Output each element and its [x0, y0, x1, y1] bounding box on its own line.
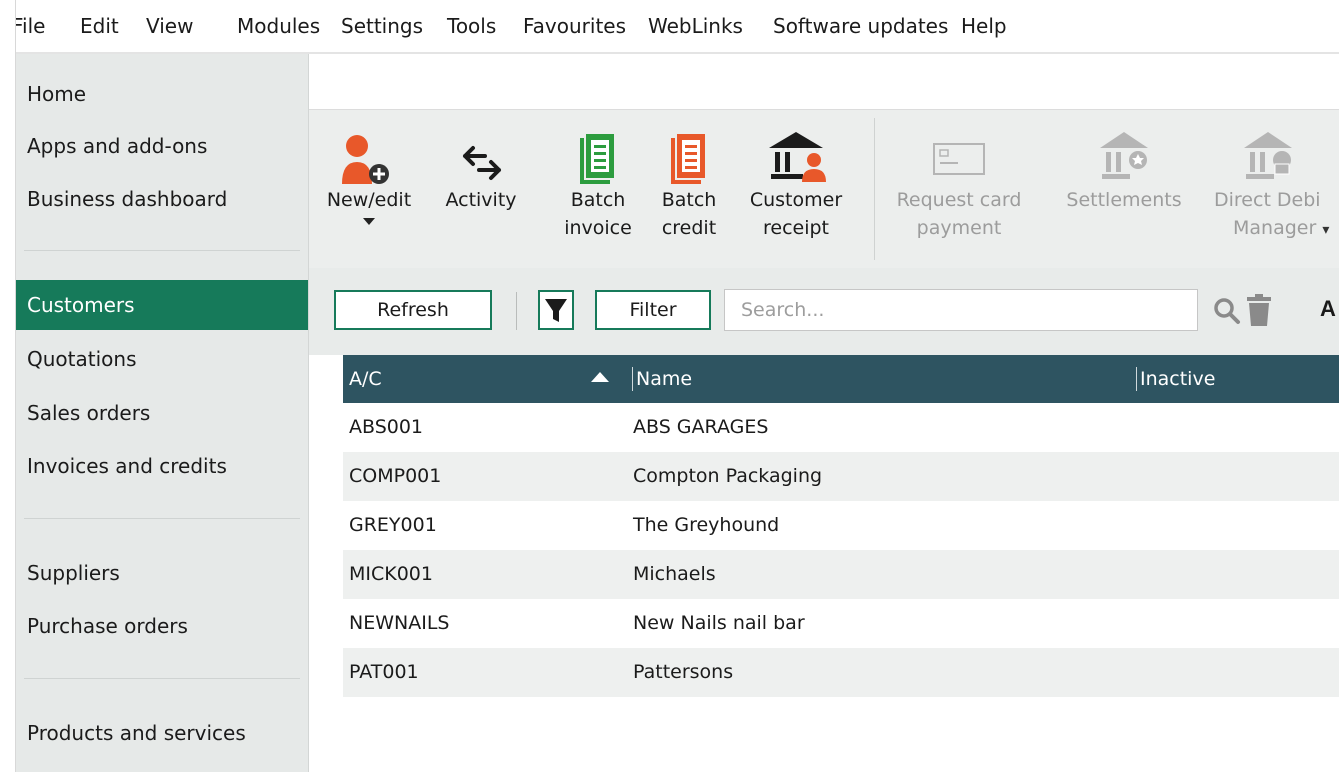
- cell-ac: COMP001: [349, 465, 442, 487]
- search-icon[interactable]: [1213, 297, 1241, 325]
- menu-software-updates[interactable]: Software updates: [773, 14, 948, 38]
- direct-debit-label-1: Direct Debi: [1214, 189, 1321, 211]
- sidebar: Home Apps and add-ons Business dashboard…: [16, 54, 309, 772]
- sidebar-divider: [24, 250, 300, 251]
- cell-ac: NEWNAILS: [349, 612, 450, 634]
- batch-invoice-label-1: Batch: [570, 189, 626, 211]
- sidebar-item-home[interactable]: Home: [16, 69, 308, 119]
- menu-weblinks[interactable]: WebLinks: [648, 14, 743, 38]
- top-blank-strip: [309, 54, 1339, 110]
- new-edit-button[interactable]: New/edit: [317, 124, 421, 225]
- sort-ascending-icon: [591, 372, 609, 382]
- settlements-bank-icon: [1100, 132, 1148, 179]
- request-card-payment-button[interactable]: Request card payment: [889, 124, 1029, 242]
- cell-name: Compton Packaging: [633, 465, 823, 487]
- direct-debit-label-2: Manager ▾: [1233, 217, 1330, 239]
- column-divider[interactable]: [632, 367, 633, 391]
- batch-invoice-icon: [580, 132, 616, 184]
- cell-name: The Greyhound: [633, 514, 780, 536]
- menu-modules[interactable]: Modules: [237, 14, 320, 38]
- funnel-icon: [545, 299, 567, 322]
- menu-settings[interactable]: Settings: [341, 14, 423, 38]
- request-card-label-2: payment: [916, 217, 1002, 239]
- cell-ac: ABS001: [349, 416, 424, 438]
- sidebar-item-business-dashboard[interactable]: Business dashboard: [16, 174, 308, 224]
- sidebar-divider: [24, 518, 300, 519]
- customer-receipt-bank-icon: [769, 132, 826, 182]
- batch-invoice-label-2: invoice: [564, 217, 632, 239]
- menu-file[interactable]: File: [16, 14, 45, 38]
- sidebar-item-purchase-orders[interactable]: Purchase orders: [16, 601, 308, 651]
- filter-toggle-button[interactable]: [538, 290, 574, 330]
- direct-debit-manager-button[interactable]: Direct Debi Manager ▾: [1204, 124, 1339, 244]
- activity-arrows-icon: [463, 146, 501, 180]
- menu-help[interactable]: Help: [961, 14, 1007, 38]
- batch-credit-button[interactable]: Batch credit: [649, 124, 729, 242]
- customer-receipt-button[interactable]: Customer receipt: [741, 124, 851, 242]
- cell-name: ABS GARAGES: [633, 416, 769, 438]
- column-divider[interactable]: [1136, 367, 1137, 391]
- menu-edit[interactable]: Edit: [80, 14, 119, 38]
- menu-bar: File Edit View Modules Settings Tools Fa…: [16, 0, 1339, 54]
- filter-button[interactable]: Filter: [595, 290, 711, 330]
- table-row[interactable]: NEWNAILS New Nails nail bar: [343, 599, 1339, 648]
- batch-credit-label-2: credit: [661, 217, 717, 239]
- table-row[interactable]: MICK001 Michaels: [343, 550, 1339, 599]
- chevron-down-icon: [363, 218, 375, 225]
- column-header-inactive[interactable]: Inactive: [1140, 355, 1215, 403]
- card-icon: [933, 143, 985, 175]
- column-header-name[interactable]: Name: [636, 355, 692, 403]
- sidebar-item-customers[interactable]: Customers: [16, 280, 308, 330]
- table-row[interactable]: PAT001 Pattersons: [343, 648, 1339, 697]
- toolbar-divider: [516, 292, 517, 330]
- ribbon-toolbar: New/edit Activity Batch invoice Batch cr…: [309, 110, 1339, 268]
- sidebar-item-invoices-and-credits[interactable]: Invoices and credits: [16, 441, 308, 491]
- app-window: File Edit View Modules Settings Tools Fa…: [15, 0, 1339, 772]
- settlements-label: Settlements: [1066, 189, 1182, 211]
- table-row[interactable]: COMP001 Compton Packaging: [343, 452, 1339, 501]
- column-header-ac[interactable]: A/C: [349, 355, 382, 403]
- sidebar-item-products-and-services[interactable]: Products and services: [16, 708, 308, 758]
- activity-label: Activity: [445, 189, 517, 211]
- activity-button[interactable]: Activity: [429, 124, 533, 214]
- settlements-button[interactable]: Settlements: [1054, 124, 1194, 214]
- customers-grid: A/C Name Inactive ABS001 ABS GARAGES COM…: [343, 355, 1339, 772]
- new-customer-icon: [342, 135, 389, 184]
- sidebar-item-quotations[interactable]: Quotations: [16, 334, 308, 384]
- request-card-label-1: Request card: [896, 189, 1022, 211]
- ribbon-divider: [874, 118, 875, 260]
- sidebar-divider: [24, 678, 300, 679]
- chevron-down-icon: ▾: [1322, 222, 1330, 238]
- refresh-button[interactable]: Refresh: [334, 290, 492, 330]
- cell-name: Michaels: [633, 563, 716, 585]
- trash-icon[interactable]: [1246, 293, 1272, 327]
- customer-receipt-label-2: receipt: [762, 217, 829, 239]
- search-input[interactable]: Search...: [724, 289, 1198, 331]
- table-row[interactable]: GREY001 The Greyhound: [343, 501, 1339, 550]
- cell-name: Pattersons: [633, 661, 734, 683]
- sidebar-item-suppliers[interactable]: Suppliers: [16, 548, 308, 598]
- batch-invoice-button[interactable]: Batch invoice: [558, 124, 638, 242]
- direct-debit-bank-icon: [1244, 132, 1292, 179]
- menu-view[interactable]: View: [146, 14, 193, 38]
- batch-credit-icon: [671, 132, 707, 184]
- menu-favourites[interactable]: Favourites: [523, 14, 626, 38]
- cell-ac: GREY001: [349, 514, 437, 536]
- cell-ac: MICK001: [349, 563, 433, 585]
- customer-receipt-label-1: Customer: [749, 189, 843, 211]
- grid-header: A/C Name Inactive: [343, 355, 1339, 403]
- sidebar-item-sales-orders[interactable]: Sales orders: [16, 388, 308, 438]
- sidebar-item-apps-and-add-ons[interactable]: Apps and add-ons: [16, 121, 308, 171]
- new-edit-label: New/edit: [326, 189, 412, 211]
- menu-tools[interactable]: Tools: [447, 14, 496, 38]
- batch-credit-label-1: Batch: [661, 189, 717, 211]
- cell-ac: PAT001: [349, 661, 419, 683]
- table-row[interactable]: ABS001 ABS GARAGES: [343, 403, 1339, 452]
- cell-name: New Nails nail bar: [633, 612, 805, 634]
- cut-off-toolbar-label: A: [1320, 296, 1336, 321]
